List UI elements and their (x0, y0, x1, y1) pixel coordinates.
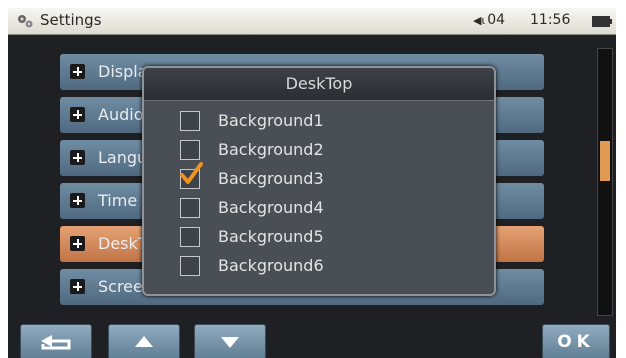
option-label: Background1 (218, 111, 324, 130)
ok-button[interactable]: OK (542, 324, 610, 358)
arrow-up-icon (135, 336, 153, 347)
checkbox[interactable] (180, 140, 200, 160)
checkbox[interactable] (180, 198, 200, 218)
option-background3[interactable]: Background3 (180, 162, 480, 192)
option-label: Background3 (218, 169, 324, 188)
arrow-down-icon (221, 337, 239, 348)
battery-icon (592, 16, 612, 27)
expand-icon (70, 64, 85, 79)
expand-icon (70, 236, 85, 251)
ok-label: OK (557, 332, 595, 352)
option-background4[interactable]: Background4 (180, 195, 480, 221)
option-label: Background2 (218, 140, 324, 159)
checkmark-icon (180, 162, 203, 184)
option-background2[interactable]: Background2 (180, 137, 480, 163)
up-button[interactable] (108, 324, 180, 358)
checkbox-checked[interactable] (180, 162, 203, 189)
volume-level: 04 (487, 12, 506, 28)
device-screen: Settings ◀ɩ 04 11:56 Display Audio Langua… (8, 8, 616, 358)
speaker-icon: ◀ɩ (473, 14, 486, 27)
clock: 11:56 (530, 12, 571, 28)
option-label: Background6 (218, 256, 324, 275)
option-background1[interactable]: Background1 (180, 108, 480, 134)
scrollbar-thumb[interactable] (600, 141, 610, 181)
checkbox[interactable] (180, 111, 200, 131)
back-icon (41, 335, 71, 350)
option-background6[interactable]: Background6 (180, 253, 480, 279)
status-bar: Settings ◀ɩ 04 11:56 (8, 8, 616, 35)
down-button[interactable] (194, 324, 266, 358)
volume-indicator: ◀ɩ 04 (473, 12, 505, 28)
bottom-toolbar: OK (8, 324, 616, 358)
back-button[interactable] (20, 324, 92, 358)
checkbox[interactable] (180, 256, 200, 276)
scrollbar[interactable] (597, 48, 613, 316)
dialog-title: DeskTop (144, 68, 494, 101)
settings-icon (18, 15, 33, 28)
menu-item-label: Audio (98, 105, 144, 124)
status-title: Settings (40, 11, 102, 29)
checkbox[interactable] (180, 227, 200, 247)
desktop-dialog: DeskTop Background1 Background2 Backgrou… (142, 66, 496, 296)
expand-icon (70, 150, 85, 165)
expand-icon (70, 107, 85, 122)
menu-item-label: Time (98, 191, 138, 210)
expand-icon (70, 193, 85, 208)
option-label: Background4 (218, 198, 324, 217)
option-background5[interactable]: Background5 (180, 224, 480, 250)
option-label: Background5 (218, 227, 324, 246)
expand-icon (70, 279, 85, 294)
